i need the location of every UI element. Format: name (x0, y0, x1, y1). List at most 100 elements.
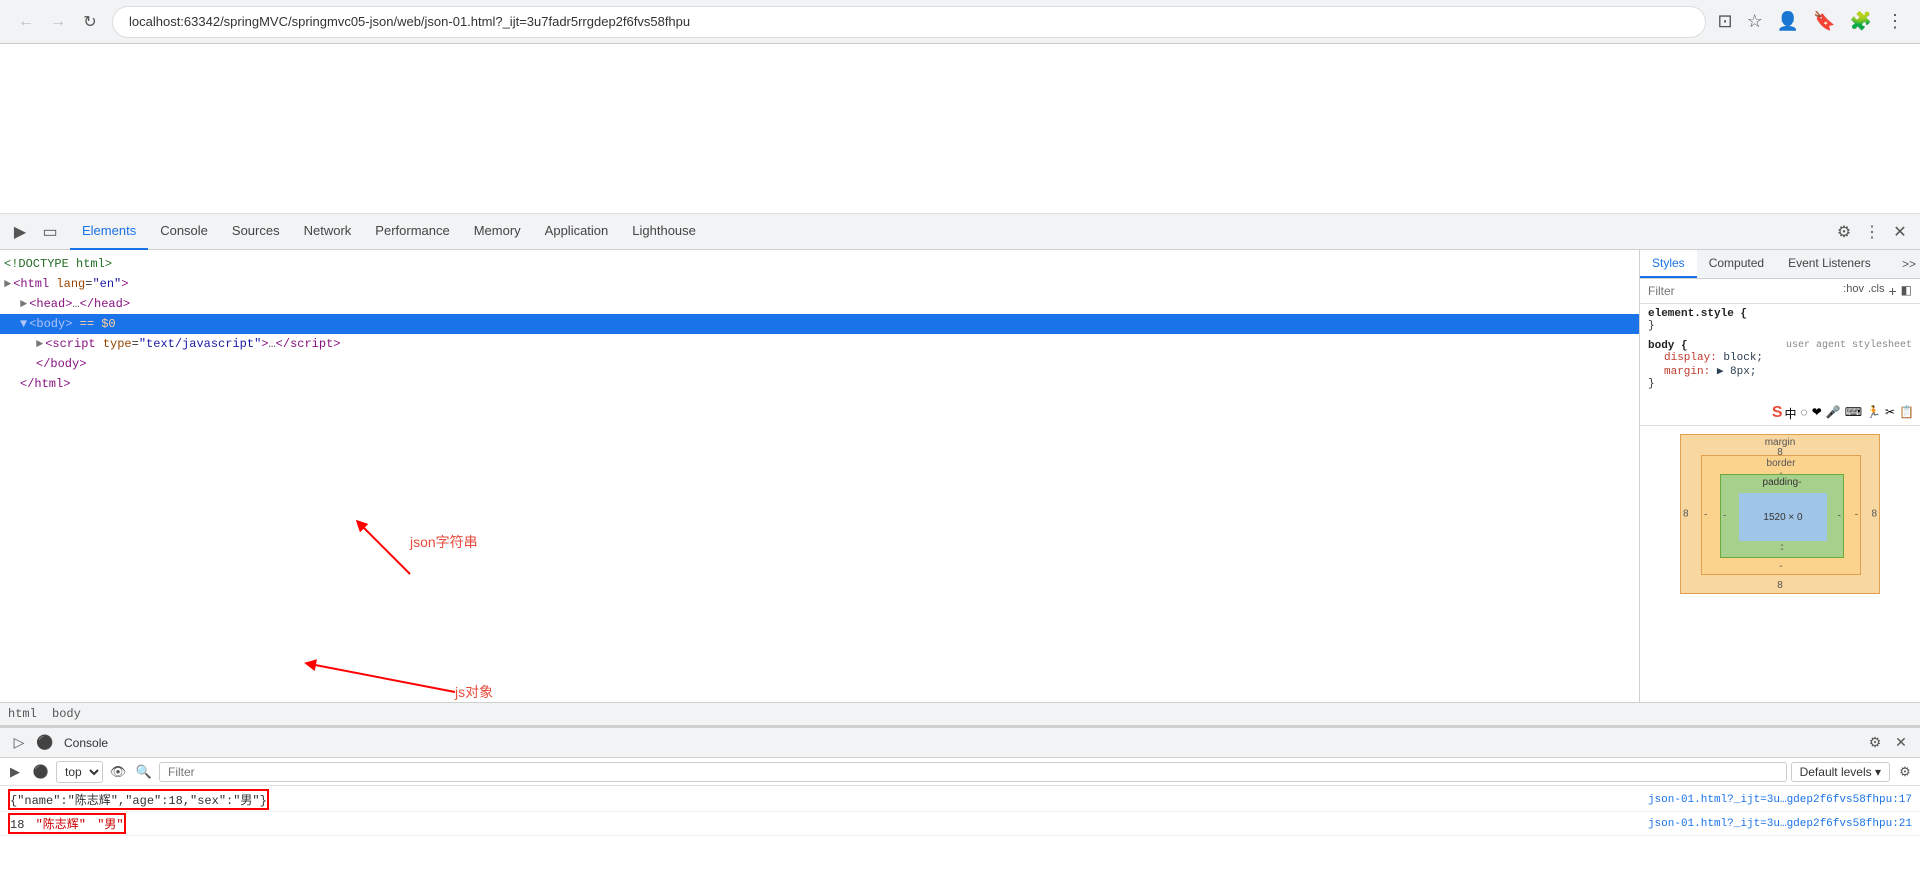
content-minus-below: - (1780, 540, 1783, 551)
css-prop-display-name: display: (1664, 352, 1717, 364)
css-comment-ua: user agent stylesheet (1786, 340, 1912, 352)
console-eye-button[interactable]: 👁 (107, 761, 129, 783)
padding-label: padding- (1763, 477, 1802, 488)
more-tools-button[interactable]: ⋮ (1860, 220, 1884, 244)
console-left-actions: ▷ ⚫ (8, 732, 56, 754)
tab-event-listeners[interactable]: Event Listeners (1776, 250, 1883, 278)
bookmark-icon[interactable]: 🔖 (1809, 7, 1839, 36)
box-model: margin 8 8 8 8 border - - - - (1680, 434, 1880, 594)
forward-button[interactable]: → (44, 8, 72, 36)
tab-network[interactable]: Network (292, 214, 364, 250)
star-icon[interactable]: ☆ (1743, 7, 1767, 36)
translate-icon[interactable]: ⊡ (1714, 7, 1737, 36)
url-text: localhost:63342/springMVC/springmvc05-js… (129, 14, 1689, 29)
dom-body[interactable]: ▼<body> == $0 (0, 314, 1639, 334)
tab-memory[interactable]: Memory (462, 214, 533, 250)
expand-styles-icon[interactable]: >> (1902, 257, 1916, 271)
ime-mic-icon[interactable]: 🎤 (1824, 404, 1843, 423)
ime-dot-icon[interactable]: ◌ (1799, 404, 1810, 423)
console-line-1-content: {"name":"陈志辉","age":18,"sex":"男"} (8, 789, 1648, 810)
styles-filter-bar: :hov .cls + ◧ (1640, 279, 1920, 304)
nav-buttons: ← → ↻ (12, 8, 104, 36)
tab-styles[interactable]: Styles (1640, 250, 1697, 278)
tab-application[interactable]: Application (533, 214, 621, 250)
tab-lighthouse[interactable]: Lighthouse (620, 214, 708, 250)
ime-heart-icon[interactable]: ❤ (1810, 404, 1824, 423)
attr-lang-name: lang (56, 275, 85, 293)
border-box: border - - - - padding- - - - (1701, 455, 1861, 575)
console-settings-gear[interactable]: ⚙ (1894, 761, 1916, 783)
console-clear-log-button[interactable]: ⚫ (30, 761, 52, 783)
dom-html[interactable]: ►<html lang="en"> (0, 274, 1639, 294)
console-clear-button[interactable]: ▷ (8, 732, 30, 754)
extension-icon[interactable]: 🧩 (1846, 7, 1876, 36)
breadcrumb-html[interactable]: html (8, 707, 37, 721)
profile-icon[interactable]: 👤 (1773, 7, 1803, 36)
devtools-body: ▶ ▭ Elements Console Sources Network Per… (0, 214, 1920, 886)
margin-value-right: 8 (1871, 509, 1877, 520)
settings-button[interactable]: ⚙ (1832, 220, 1856, 244)
content-size: 1520 × 0 (1763, 512, 1802, 523)
console-log-level-button[interactable]: ▶ (4, 761, 26, 783)
expand-body-arrow[interactable]: ▼ (20, 315, 27, 333)
jsobj-num: 18 (10, 818, 24, 832)
ime-zh-icon[interactable]: 中 (1783, 404, 1799, 423)
hov-filter-button[interactable]: :hov (1843, 283, 1864, 299)
ime-scissors-icon[interactable]: ✂ (1883, 404, 1897, 423)
css-property-margin: margin: ▶ 8px; (1648, 364, 1912, 378)
dom-script[interactable]: ►<script type="text/javascript">…</scrip… (0, 334, 1639, 354)
tab-sources[interactable]: Sources (220, 214, 292, 250)
filter-actions: :hov .cls + ◧ (1843, 283, 1912, 299)
ime-keyboard-icon[interactable]: ⌨ (1843, 404, 1864, 423)
styles-filter-input[interactable] (1648, 284, 1839, 298)
attr-type-value: "text/javascript" (139, 335, 261, 353)
console-settings-button[interactable]: ⚙ (1864, 732, 1886, 754)
console-line-2-source[interactable]: json-01.html?_ijt=3u…gdep2f6fvs58fhpu:21 (1648, 818, 1912, 830)
cls-filter-button[interactable]: .cls (1868, 283, 1885, 299)
ime-s-icon[interactable]: S (1772, 404, 1783, 423)
dom-head[interactable]: ►<head>…</head> (0, 294, 1639, 314)
jsobj-str1: "陈志辉" (36, 818, 86, 832)
ime-run-icon[interactable]: 🏃 (1864, 404, 1883, 423)
tab-elements[interactable]: Elements (70, 214, 148, 250)
expand-script-arrow[interactable]: ► (36, 335, 43, 353)
console-title[interactable]: Console (56, 736, 116, 750)
ime-clipboard-icon[interactable]: 📋 (1897, 404, 1916, 423)
box-model-container: margin 8 8 8 8 border - - - - (1640, 426, 1920, 602)
address-bar[interactable]: localhost:63342/springMVC/springmvc05-js… (112, 6, 1706, 38)
inspect-element-button[interactable]: ▶ (8, 220, 32, 244)
expand-head-arrow[interactable]: ► (20, 295, 27, 313)
console-filter-input[interactable] (159, 762, 1787, 782)
devtools-main: <!DOCTYPE html> ►<html lang="en"> ►<head… (0, 250, 1920, 702)
padding-box: padding- - - - - 1520 × 0 (1720, 474, 1844, 558)
console-block-button[interactable]: ⚫ (34, 732, 56, 754)
breadcrumb-body[interactable]: body (52, 707, 81, 721)
console-context-select[interactable]: top (56, 761, 103, 783)
expand-html-arrow[interactable]: ► (4, 275, 11, 293)
console-line-1-source[interactable]: json-01.html?_ijt=3u…gdep2f6fvs58fhpu:17 (1648, 794, 1912, 806)
tab-console[interactable]: Console (148, 214, 220, 250)
ime-toolbar: S 中 ◌ ❤ 🎤 ⌨ 🏃 ✂ 📋 (1640, 402, 1920, 426)
devtools-right-actions: ⚙ ⋮ ✕ (1832, 220, 1912, 244)
tag-body-close: </body> (36, 355, 86, 373)
console-line-2-content: 18 "陈志辉" "男" (8, 813, 1648, 834)
main-layout: ← → ↻ localhost:63342/springMVC/springmv… (0, 0, 1920, 886)
menu-icon[interactable]: ⋮ (1882, 7, 1908, 36)
back-button[interactable]: ← (12, 8, 40, 36)
default-levels-button[interactable]: Default levels ▾ (1791, 762, 1890, 782)
add-style-button[interactable]: + (1888, 283, 1896, 299)
console-right-buttons: ⚙ (1894, 761, 1916, 783)
css-prop-display-value: block; (1723, 352, 1763, 364)
body-selected-indicator: == $0 (80, 315, 116, 333)
tab-performance[interactable]: Performance (363, 214, 461, 250)
close-devtools-button[interactable]: ✕ (1888, 220, 1912, 244)
device-toolbar-button[interactable]: ▭ (38, 220, 62, 244)
page-content (0, 44, 1920, 214)
dom-body-close: </body> (0, 354, 1639, 374)
reload-button[interactable]: ↻ (76, 8, 104, 36)
console-search-button[interactable]: 🔍 (133, 761, 155, 783)
jsobj-output-box: 18 "陈志辉" "男" (8, 813, 126, 834)
tab-computed[interactable]: Computed (1697, 250, 1776, 278)
console-close-button[interactable]: ✕ (1890, 732, 1912, 754)
new-rule-button[interactable]: ◧ (1901, 283, 1912, 299)
